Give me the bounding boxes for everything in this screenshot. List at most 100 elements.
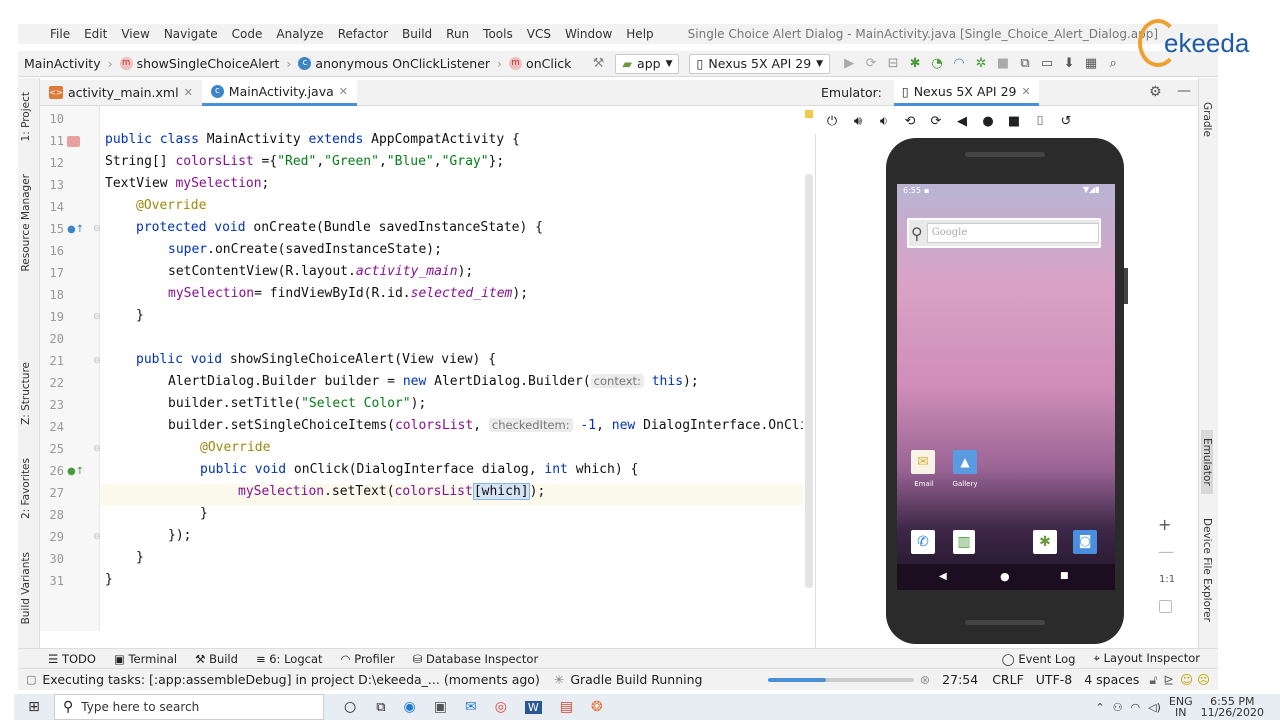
warning-marker[interactable] xyxy=(805,110,813,118)
profile-icon[interactable]: ◔ xyxy=(928,55,946,73)
xml-layout-gutter-icon[interactable] xyxy=(67,136,80,147)
menu-analyze[interactable]: Analyze xyxy=(276,27,323,41)
tab-activity-main-xml[interactable]: <> activity_main.xml ✕ xyxy=(40,80,202,106)
close-icon[interactable]: ✕ xyxy=(184,86,193,99)
menu-view[interactable]: View xyxy=(121,27,149,41)
tab-structure[interactable]: Z: Structure xyxy=(20,362,32,425)
run-icon[interactable]: ▶ xyxy=(840,55,858,73)
clock[interactable]: 6:55 PM 11/26/2020 xyxy=(1201,696,1264,718)
volume-down-icon[interactable]: 🔉︎ xyxy=(875,112,893,130)
rotate-right-icon[interactable]: ⟳ xyxy=(927,112,945,130)
tab-emulator-device[interactable]: ▯ Nexus 5X API 29 ✕ xyxy=(893,79,1039,106)
tab-resource-manager[interactable]: Resource Manager xyxy=(20,174,32,272)
menu-code[interactable]: Code xyxy=(232,27,263,41)
tab-device-file-explorer[interactable]: Device File Explorer xyxy=(1201,518,1213,622)
breadcrumb-method[interactable]: m showSingleChoiceAlert xyxy=(119,56,279,71)
store-icon[interactable]: ▣ xyxy=(434,699,447,715)
line-separator[interactable]: CRLF xyxy=(992,672,1024,687)
menu-window[interactable]: Window xyxy=(565,27,612,41)
status-toggle-icon[interactable]: ▢ xyxy=(26,673,36,686)
stop-icon[interactable]: ■ xyxy=(994,55,1012,73)
tab-logcat[interactable]: ≡ 6: Logcat xyxy=(256,652,323,666)
sync-icon[interactable]: ⧉ xyxy=(1016,55,1034,73)
tab-terminal[interactable]: ▣ Terminal xyxy=(114,652,177,666)
close-icon[interactable]: ✕ xyxy=(1021,85,1030,98)
volume-icon[interactable]: ◁) xyxy=(1148,701,1161,714)
tab-project[interactable]: 1: Project xyxy=(20,92,32,141)
taskbar-search[interactable]: ⚲ Type here to search xyxy=(54,694,324,720)
close-icon[interactable]: ✕ xyxy=(339,85,348,98)
tab-build[interactable]: ⚒ Build xyxy=(195,652,238,666)
people-icon[interactable]: ⚇ xyxy=(1113,701,1123,714)
tab-gradle[interactable]: Gradle xyxy=(1201,102,1213,137)
profiler-icon[interactable]: ◠ xyxy=(950,55,968,73)
back-icon[interactable]: ◀ xyxy=(939,571,947,582)
caret-position[interactable]: 27:54 xyxy=(942,672,978,687)
tab-todo[interactable]: ☰ TODO xyxy=(48,652,96,666)
menu-run[interactable]: Run xyxy=(446,27,469,41)
tab-emulator[interactable]: Emulator xyxy=(1201,430,1213,494)
task-view-icon[interactable]: ⧉ xyxy=(376,700,385,715)
gear-icon[interactable]: ⚙ xyxy=(1149,84,1162,100)
search-input[interactable]: Google xyxy=(926,223,1099,243)
word-icon[interactable]: W xyxy=(524,700,542,714)
menu-vcs[interactable]: VCS xyxy=(527,27,551,41)
override-gutter-icon[interactable]: ●↑ xyxy=(67,466,84,477)
home-icon[interactable]: ● xyxy=(1000,570,1010,583)
apply-code-icon[interactable]: ⊟ xyxy=(884,55,902,73)
run-config-select[interactable]: ▰ app ▼ xyxy=(615,53,680,74)
back-icon[interactable]: ◀ xyxy=(953,112,971,130)
breadcrumb-class[interactable]: MainActivity xyxy=(24,56,101,71)
tab-database-inspector[interactable]: ⛁ Database Inspector xyxy=(413,652,538,666)
zoom-1-1-button[interactable]: 1:1 xyxy=(1159,574,1175,585)
git-icon[interactable]: ⊵ xyxy=(1163,672,1173,687)
vertical-scrollbar[interactable] xyxy=(805,174,813,588)
indent-setting[interactable]: 4 spaces xyxy=(1084,672,1139,687)
mail-icon[interactable]: ✉ xyxy=(465,699,477,715)
file-encoding[interactable]: UTF-8 xyxy=(1036,672,1072,687)
debug-icon[interactable]: ✱ xyxy=(906,55,924,73)
camera-icon[interactable]: ⌷ xyxy=(1031,112,1049,130)
snapshot-icon[interactable]: ↺ xyxy=(1057,112,1075,130)
hammer-icon[interactable]: ⚒ xyxy=(589,55,607,73)
search-icon[interactable]: ⌕ xyxy=(1104,55,1122,73)
menu-edit[interactable]: Edit xyxy=(84,27,107,41)
menu-navigate[interactable]: Navigate xyxy=(164,27,218,41)
rotate-left-icon[interactable]: ⟲ xyxy=(901,112,919,130)
cortana-icon[interactable]: ○ xyxy=(344,699,356,715)
breadcrumb-callback[interactable]: m onClick xyxy=(509,56,571,71)
volume-up-icon[interactable]: 🔊︎ xyxy=(849,112,867,130)
layout-inspector-icon[interactable]: ▦ xyxy=(1082,55,1100,73)
chrome-icon[interactable]: ◎ xyxy=(495,699,507,715)
device-select[interactable]: ▯ Nexus 5X API 29 ▼ xyxy=(689,53,831,74)
wifi-icon[interactable]: ◠ xyxy=(1131,701,1141,714)
device-screen[interactable]: 6:55 ▪ ▼◢▮ ⚲ Google ✉ Email ▲ Gallery ✆ … xyxy=(897,184,1115,590)
tab-favorites[interactable]: 2: Favorites xyxy=(20,458,32,519)
pdf-icon[interactable]: ▤ xyxy=(560,699,573,715)
tab-mainactivity-java[interactable]: c MainActivity.java ✕ xyxy=(201,79,357,106)
phone-app-icon[interactable]: ✆ xyxy=(911,530,935,554)
chevron-up-icon[interactable]: ⌃ xyxy=(1095,701,1104,714)
sdk-manager-icon[interactable]: ⬇ xyxy=(1060,55,1078,73)
attach-debugger-icon[interactable]: ✲ xyxy=(972,55,990,73)
cancel-icon[interactable]: ⊗ xyxy=(920,672,930,687)
home-icon[interactable]: ● xyxy=(979,112,997,130)
windows-start-icon[interactable]: ⊞ xyxy=(14,699,54,715)
android-app-icon[interactable]: ✱ xyxy=(1033,530,1057,554)
menu-tools[interactable]: Tools xyxy=(483,27,513,41)
overview-icon[interactable]: ■ xyxy=(1060,571,1069,581)
overview-icon[interactable]: ■ xyxy=(1005,112,1023,130)
zoom-in-icon[interactable]: + xyxy=(1158,515,1171,534)
tab-event-log[interactable]: ◯ Event Log xyxy=(1002,652,1076,666)
menu-refactor[interactable]: Refactor xyxy=(338,27,388,41)
google-search-widget[interactable]: ⚲ Google xyxy=(907,218,1101,248)
edge-icon[interactable]: ◉ xyxy=(404,699,416,715)
app-email[interactable]: ✉ Email xyxy=(911,450,937,488)
tab-build-variants[interactable]: Build Variants xyxy=(20,552,32,624)
language-indicator[interactable]: ENG IN xyxy=(1169,696,1193,718)
avd-manager-icon[interactable]: ▭ xyxy=(1038,55,1056,73)
minimize-icon[interactable]: — xyxy=(1177,83,1191,99)
happy-face-icon[interactable]: ☺ xyxy=(1180,672,1193,687)
fit-screen-icon[interactable] xyxy=(1159,600,1172,613)
menu-build[interactable]: Build xyxy=(402,27,432,41)
